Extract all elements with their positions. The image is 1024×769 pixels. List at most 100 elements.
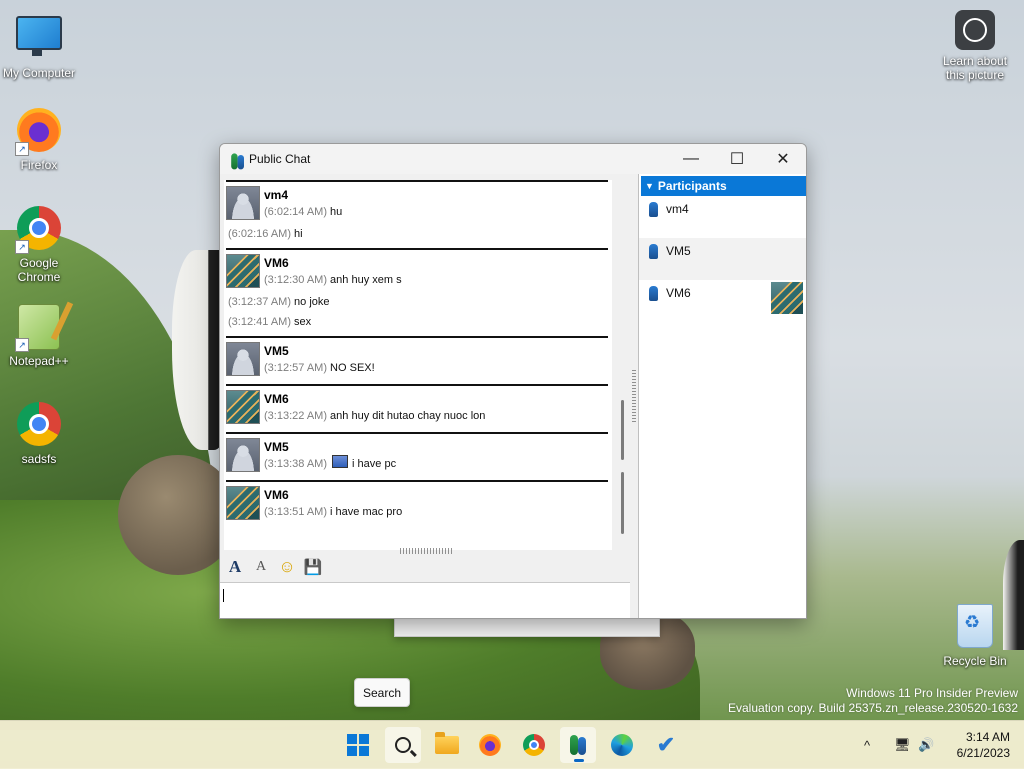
computer-emoticon-icon	[332, 455, 349, 468]
message-header: VM6 (3:13:51 AM) i have mac pro	[226, 486, 608, 524]
participants-header[interactable]: ▼ Participants	[641, 176, 806, 196]
message-text: i have mac pro	[330, 506, 403, 518]
chat-app-icon	[568, 733, 588, 757]
message-timestamp: (6:02:14 AM)	[264, 206, 327, 218]
vertical-splitter-grip[interactable]	[632, 370, 636, 422]
close-button[interactable]: ✕	[760, 144, 806, 174]
message-timestamp: (3:13:38 AM)	[264, 458, 327, 470]
avatar	[226, 254, 260, 288]
message-header: VM6 (3:13:22 AM) anh huy dit hutao chay n…	[226, 390, 608, 428]
desktop-icon-my-computer[interactable]: My Computer	[1, 10, 77, 80]
font-color-button[interactable]: A	[250, 557, 272, 577]
watermark-line1: Windows 11 Pro Insider Preview	[846, 686, 1018, 700]
message-header: VM5 (3:13:38 AM) i have pc	[226, 438, 608, 476]
checkmark-icon: ✔	[656, 732, 676, 757]
desktop-icon-label: Notepad++	[9, 354, 69, 368]
message-text: no joke	[294, 296, 330, 308]
notepadpp-icon: ↗	[15, 304, 63, 352]
message-text: hu	[330, 206, 343, 218]
participants-header-label: Participants	[657, 179, 727, 193]
desktop-icon-recycle-bin[interactable]: ♻ Recycle Bin	[937, 600, 1013, 668]
taskbar-chat-app[interactable]	[560, 727, 596, 763]
message-content: VM6 (3:12:30 AM) anh huy xem s	[264, 254, 402, 292]
scrollbar-thumb[interactable]	[621, 400, 624, 460]
message-line: (3:12:30 AM) anh huy xem s	[264, 270, 402, 290]
tray-network[interactable]: 🖥	[894, 721, 911, 769]
clock-time: 3:14 AM	[965, 730, 1010, 744]
message-line: (3:13:22 AM) anh huy dit hutao chay nuoc…	[264, 406, 485, 426]
desktop-icon-label: Recycle Bin	[943, 654, 1007, 668]
horizontal-splitter-grip[interactable]	[400, 548, 452, 554]
message-sender: VM6	[264, 256, 289, 270]
minimize-button[interactable]: —	[668, 144, 714, 174]
chrome-icon: ↗	[15, 206, 63, 254]
message-timestamp: (6:02:16 AM)	[228, 228, 291, 240]
desktop-icon-learn-about-picture[interactable]: Learn about this picture	[937, 10, 1013, 82]
font-button[interactable]: A	[224, 557, 246, 577]
window-title: Public Chat	[249, 152, 311, 166]
message-line: (3:12:41 AM) sex	[226, 312, 608, 332]
taskbar-search-button[interactable]	[385, 727, 421, 763]
taskbar-clock[interactable]: 3:14 AM 6/21/2023	[957, 729, 1010, 761]
message-header: VM5 (3:12:57 AM) NO SEX!	[226, 342, 608, 380]
message-block: VM5 (3:13:38 AM) i have pc	[226, 432, 608, 480]
message-content: VM5 (3:12:57 AM) NO SEX!	[264, 342, 375, 380]
message-content: VM5 (3:13:38 AM) i have pc	[264, 438, 396, 476]
message-input[interactable]	[220, 582, 630, 618]
title-bar[interactable]: Public Chat — ☐ ✕	[220, 144, 806, 174]
user-icon	[649, 286, 658, 301]
participant-name: VM5	[666, 244, 691, 258]
camera-icon	[955, 10, 995, 50]
desktop-icon-sadsfs[interactable]: sadsfs	[1, 400, 77, 466]
message-text: i have pc	[352, 458, 397, 470]
message-text: sex	[294, 316, 312, 328]
avatar	[226, 342, 260, 376]
taskbar-edge[interactable]	[604, 727, 640, 763]
maximize-button[interactable]: ☐	[714, 144, 760, 174]
message-text: hi	[294, 228, 303, 240]
message-timestamp: (3:12:41 AM)	[228, 316, 291, 328]
chrome-icon	[15, 402, 63, 450]
learn-line2: this picture	[945, 68, 1005, 82]
chevron-up-icon: ^	[864, 737, 871, 753]
participant-item[interactable]: vm4	[639, 196, 806, 238]
message-sender: VM6	[264, 392, 289, 406]
participant-item[interactable]: VM5	[639, 238, 806, 280]
participant-avatar	[771, 282, 803, 314]
message-sender: VM6	[264, 488, 289, 502]
taskbar-firefox[interactable]	[472, 727, 508, 763]
message-line: (3:12:57 AM) NO SEX!	[264, 358, 375, 378]
scrollbar-thumb[interactable]	[621, 472, 624, 534]
start-button[interactable]	[340, 727, 376, 763]
message-timestamp: (3:12:37 AM)	[228, 296, 291, 308]
message-line: (3:13:38 AM) i have pc	[264, 454, 396, 474]
desktop-icon-firefox[interactable]: ↗ Firefox	[1, 106, 77, 172]
message-sender: VM5	[264, 440, 289, 454]
search-icon	[395, 737, 411, 753]
avatar	[226, 438, 260, 472]
message-block: VM6 (3:12:30 AM) anh huy xem s (3:12:37 AM…	[226, 248, 608, 336]
save-button[interactable]: 💾	[302, 557, 324, 577]
tray-volume[interactable]: 🔊	[918, 721, 934, 769]
desktop-icon-notepadpp[interactable]: ↗ Notepad++	[1, 302, 77, 368]
participant-item[interactable]: VM6	[639, 280, 806, 322]
taskbar-todo[interactable]: ✔	[648, 727, 684, 763]
expand-triangle-icon: ▼	[645, 181, 654, 191]
message-text: anh huy dit hutao chay nuoc lon	[330, 410, 486, 422]
message-line: (6:02:14 AM) hu	[264, 202, 342, 222]
tray-overflow-button[interactable]: ^	[864, 721, 870, 769]
taskbar-chrome[interactable]	[516, 727, 552, 763]
avatar	[226, 390, 260, 424]
active-indicator	[574, 759, 584, 762]
chrome-icon	[523, 734, 545, 756]
desktop-icon-google-chrome[interactable]: ↗ Google Chrome	[1, 204, 77, 284]
message-line: (3:13:51 AM) i have mac pro	[264, 502, 402, 522]
taskbar-file-explorer[interactable]	[429, 727, 465, 763]
message-history[interactable]: vm4 (6:02:14 AM) hu (6:02:16 AM) hi VM6 (3:1…	[224, 180, 612, 550]
user-icon	[649, 244, 658, 259]
windows-watermark: Windows 11 Pro Insider Preview Evaluatio…	[728, 686, 1018, 716]
emoticon-button[interactable]: ☺	[276, 557, 298, 577]
desktop-icon-label: My Computer	[2, 66, 76, 80]
message-scrollbar[interactable]	[618, 210, 630, 554]
chat-pane: vm4 (6:02:14 AM) hu (6:02:16 AM) hi VM6 (3:1…	[220, 174, 630, 618]
